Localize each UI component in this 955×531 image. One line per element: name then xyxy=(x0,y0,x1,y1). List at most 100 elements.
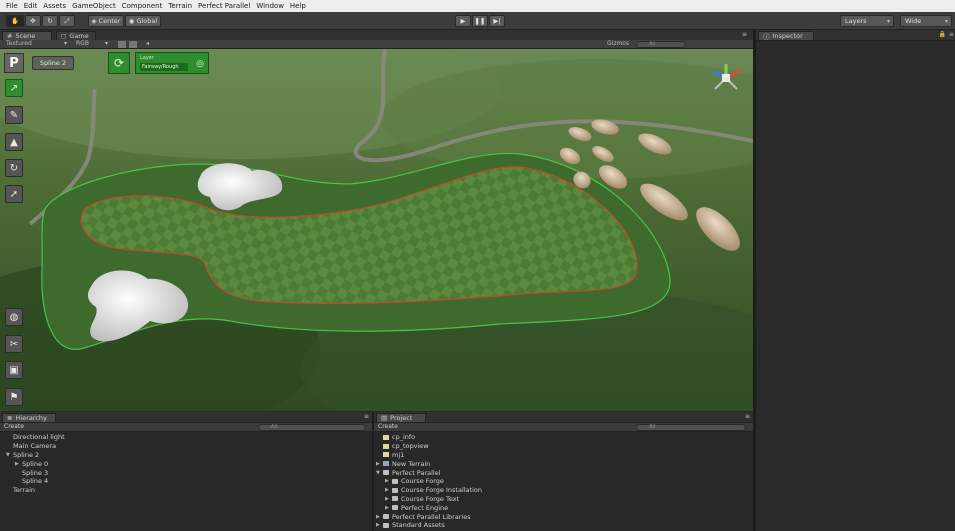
folder-icon xyxy=(392,487,398,493)
space-toggle-button[interactable]: ◉ Global xyxy=(125,15,161,27)
expand-arrow-icon[interactable]: ▼ xyxy=(6,452,13,458)
expand-arrow-icon[interactable]: ▶ xyxy=(385,487,392,493)
menu-file[interactable]: File xyxy=(6,2,18,10)
step-button[interactable]: ▶| xyxy=(489,15,505,27)
orientation-gizmo-icon[interactable] xyxy=(709,61,743,95)
tree-item[interactable]: mj1 xyxy=(376,451,746,460)
expand-arrow-icon[interactable]: ▶ xyxy=(385,478,392,484)
expand-arrow-icon[interactable]: ▶ xyxy=(385,505,392,511)
lock-icon[interactable]: 🔒 xyxy=(939,31,946,38)
cycle-tool[interactable]: ↻ xyxy=(5,159,23,177)
tree-item[interactable]: cp_info xyxy=(376,433,746,442)
tab-inspector[interactable]: ⓘ Inspector xyxy=(758,31,814,41)
tab-hierarchy[interactable]: ≣ Hierarchy xyxy=(2,413,56,422)
tree-item[interactable]: Spline 3 xyxy=(6,468,366,477)
tree-item[interactable]: ▶ Spline 0 xyxy=(6,459,366,468)
panel-menu-icon[interactable]: ≡ xyxy=(364,413,369,420)
expand-arrow-icon[interactable]: ▶ xyxy=(376,514,383,520)
project-tree: cp_info cp_topview mj1 ▶ New Terrain ▼ Perfect… xyxy=(376,433,746,530)
menu-window[interactable]: Window xyxy=(256,2,284,10)
tree-item[interactable]: ▼ Spline 2 xyxy=(6,451,366,460)
panel-menu-icon[interactable]: ≡ xyxy=(949,31,954,38)
expand-arrow-icon[interactable]: ▶ xyxy=(376,461,383,467)
split-tool[interactable]: ✂ xyxy=(5,335,23,353)
pointer-tool[interactable]: ➚ xyxy=(5,185,23,203)
tree-item[interactable]: ▶ Course Forge Installation xyxy=(376,486,746,495)
spline-draw-tool[interactable]: ↗ xyxy=(5,79,23,97)
play-button[interactable]: ▶ xyxy=(455,15,471,27)
tree-item[interactable]: Main Camera xyxy=(6,442,366,451)
menu-component[interactable]: Component xyxy=(122,2,163,10)
hand-icon: ✋ xyxy=(10,17,20,25)
menu-bar: File Edit Assets GameObject Component Te… xyxy=(0,0,955,12)
refresh-button[interactable]: ⟳ xyxy=(108,52,130,74)
hierarchy-search-input[interactable]: All xyxy=(258,424,366,431)
flag-tool[interactable]: ⚑ xyxy=(5,388,23,406)
menu-gameobject[interactable]: GameObject xyxy=(72,2,116,10)
layout-dropdown[interactable]: Wide xyxy=(900,15,952,27)
tree-item[interactable]: ▶ Perfect Parallel Libraries xyxy=(376,512,746,521)
tab-game[interactable]: ◻ Game xyxy=(56,31,96,40)
hierarchy-toolbar: Create All xyxy=(0,423,372,432)
folder-icon xyxy=(383,522,389,528)
menu-terrain[interactable]: Terrain xyxy=(168,2,192,10)
panel-menu-icon[interactable]: ≡ xyxy=(745,413,750,420)
scene-viewport[interactable]: P Spline 2 ⟳ Layer Fairway/Rough ◎ ↗ ✎ ▲… xyxy=(0,49,753,411)
chevron-down-icon: ▾ xyxy=(105,40,109,47)
tree-item[interactable]: Directional light xyxy=(6,433,366,442)
tree-item[interactable]: Terrain xyxy=(6,486,366,495)
expand-arrow-icon[interactable]: ▶ xyxy=(15,461,22,467)
expand-arrow-icon[interactable]: ▼ xyxy=(376,470,383,476)
tree-item-label: New Terrain xyxy=(392,459,431,468)
project-search-input[interactable]: All xyxy=(636,424,746,431)
menu-assets[interactable]: Assets xyxy=(43,2,66,10)
tree-item[interactable]: ▶ Perfect Engine xyxy=(376,503,746,512)
color-mode-dropdown[interactable]: RGB xyxy=(76,40,89,47)
tab-project[interactable]: ▤ Project xyxy=(376,413,426,422)
project-create-dropdown[interactable]: Create xyxy=(378,423,398,430)
tree-item-label: Spline 0 xyxy=(22,459,49,468)
expand-arrow-icon[interactable]: ▶ xyxy=(376,522,383,528)
render-mode-dropdown[interactable]: Textured xyxy=(6,40,32,47)
layer-selector[interactable]: Layer Fairway/Rough ◎ xyxy=(135,52,209,74)
tree-item[interactable]: ▶ New Terrain xyxy=(376,459,746,468)
expand-arrow-icon[interactable]: ▶ xyxy=(385,496,392,502)
tree-item[interactable]: ▶ Standard Assets xyxy=(376,521,746,530)
tab-scene[interactable]: # Scene xyxy=(2,31,52,40)
hierarchy-create-dropdown[interactable]: Create xyxy=(4,423,24,430)
elevate-tool[interactable]: ▲ xyxy=(5,133,23,151)
lighting-toggle[interactable] xyxy=(118,41,126,48)
panel-divider[interactable] xyxy=(753,30,755,531)
brush-tool[interactable]: ✎ xyxy=(5,106,23,124)
panel-menu-icon[interactable]: ≡ xyxy=(742,31,747,38)
rotate-tool-button[interactable]: ↻ xyxy=(42,15,58,27)
scene-search-input[interactable]: All xyxy=(636,41,686,48)
layer-stack-tool[interactable]: ◍ xyxy=(5,308,23,326)
pause-icon: ❚❚ xyxy=(474,17,486,25)
audio-toggle-icon[interactable]: ◂ xyxy=(146,40,149,47)
move-tool-button[interactable]: ✥ xyxy=(25,15,41,27)
step-icon: ▶| xyxy=(493,17,501,25)
tree-item-label: Standard Assets xyxy=(392,521,445,530)
layers-dropdown[interactable]: Layers xyxy=(840,15,894,27)
gizmos-dropdown[interactable]: Gizmos xyxy=(607,40,629,47)
hand-tool-button[interactable]: ✋ xyxy=(6,15,24,27)
pivot-toggle-button[interactable]: ◈ Center xyxy=(88,15,124,27)
tree-item[interactable]: cp_topview xyxy=(376,442,746,451)
rotate-icon: ↻ xyxy=(47,17,53,25)
menu-perfect-parallel[interactable]: Perfect Parallel xyxy=(198,2,250,10)
move-icon: ✥ xyxy=(30,17,36,25)
layer-caption: Layer xyxy=(140,55,154,61)
fx-toggle[interactable] xyxy=(129,41,137,48)
camera-tool[interactable]: ▣ xyxy=(5,361,23,379)
tree-item-label: cp_topview xyxy=(392,442,429,451)
tree-item[interactable]: ▶ Course Forge xyxy=(376,477,746,486)
menu-help[interactable]: Help xyxy=(290,2,306,10)
scale-tool-button[interactable]: ⤢ xyxy=(59,15,75,27)
menu-edit[interactable]: Edit xyxy=(24,2,38,10)
tree-item[interactable]: ▶ Course Forge Text xyxy=(376,495,746,504)
pause-button[interactable]: ❚❚ xyxy=(472,15,488,27)
tree-item[interactable]: Spline 4 xyxy=(6,477,366,486)
tree-item[interactable]: ▼ Perfect Parallel xyxy=(376,468,746,477)
triangle-icon: ▲ xyxy=(10,136,18,148)
